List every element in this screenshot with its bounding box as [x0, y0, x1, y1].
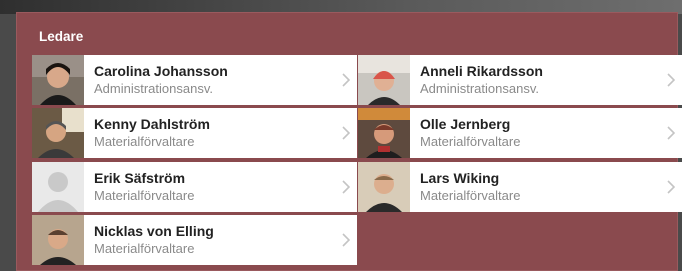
chevron-right-icon	[335, 73, 357, 87]
section-title: Ledare	[39, 29, 84, 44]
leader-name: Olle Jernberg	[420, 116, 511, 132]
leader-role: Materialförvaltare	[94, 241, 195, 256]
leader-card[interactable]: Lars Wiking Materialförvaltare	[358, 162, 682, 212]
avatar	[358, 108, 410, 158]
leaders-panel: Ledare Carolina Johansson Administration…	[16, 12, 682, 271]
leader-role: Administrationsansv.	[94, 81, 213, 96]
leader-role: Administrationsansv.	[420, 81, 539, 96]
leader-card[interactable]: Anneli Rikardsson Administrationsansv.	[358, 55, 682, 105]
leader-card[interactable]: Erik Säfström Materialförvaltare	[32, 162, 357, 212]
leader-name: Kenny Dahlström	[94, 116, 210, 132]
avatar	[32, 162, 84, 212]
avatar	[358, 162, 410, 212]
leader-name: Erik Säfström	[94, 170, 186, 186]
leader-name: Carolina Johansson	[94, 63, 228, 79]
chevron-right-icon	[660, 73, 682, 87]
chevron-right-icon	[335, 180, 357, 194]
leader-name: Nicklas von Elling	[94, 223, 214, 239]
leader-card[interactable]: Olle Jernberg Materialförvaltare	[358, 108, 682, 158]
avatar	[32, 55, 84, 105]
chevron-right-icon	[660, 126, 682, 140]
leader-name: Lars Wiking	[420, 170, 500, 186]
leader-card[interactable]: Kenny Dahlström Materialförvaltare	[32, 108, 357, 158]
avatar	[32, 215, 84, 265]
leader-name: Anneli Rikardsson	[420, 63, 543, 79]
avatar	[32, 108, 84, 158]
avatar	[358, 55, 410, 105]
leader-role: Materialförvaltare	[420, 134, 521, 149]
leader-role: Materialförvaltare	[94, 188, 195, 203]
chevron-right-icon	[335, 126, 357, 140]
leader-card[interactable]: Nicklas von Elling Materialförvaltare	[32, 215, 357, 265]
chevron-right-icon	[660, 180, 682, 194]
chevron-right-icon	[335, 233, 357, 247]
leader-role: Materialförvaltare	[420, 188, 521, 203]
leader-role: Materialförvaltare	[94, 134, 195, 149]
leader-card[interactable]: Carolina Johansson Administrationsansv.	[32, 55, 357, 105]
